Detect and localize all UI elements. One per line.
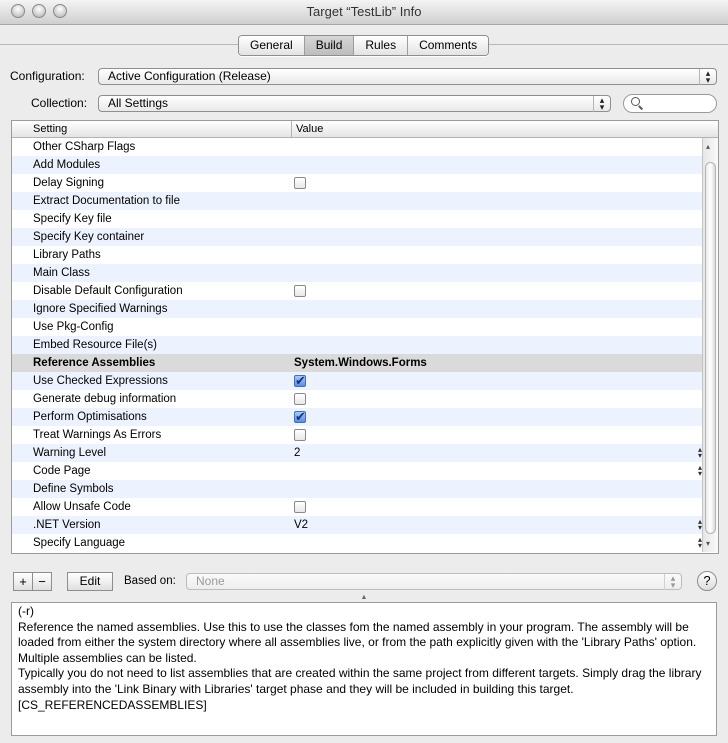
description-line: [CS_REFERENCEDASSEMBLIES]	[18, 697, 207, 712]
table-row[interactable]: .NET Version V2 ▴ ▾	[12, 516, 702, 534]
setting-name: Library Paths	[33, 249, 101, 261]
table-header: Setting Value	[12, 121, 718, 138]
setting-name: Reference Assemblies	[33, 357, 156, 369]
setting-name: Code Page	[33, 465, 91, 477]
scroll-down-icon[interactable]: ▾	[706, 539, 710, 548]
tab-general[interactable]: General	[239, 36, 305, 55]
based-on-value: None	[196, 574, 225, 588]
table-row[interactable]: Main Class	[12, 264, 702, 282]
popup-arrows-icon: ▴ ▾	[664, 574, 681, 590]
table-row[interactable]: Use Checked Expressions ✔	[12, 372, 702, 390]
setting-name: Embed Resource File(s)	[33, 339, 157, 351]
table-row[interactable]: Generate debug information	[12, 390, 702, 408]
setting-name: Use Checked Expressions	[33, 375, 168, 387]
table-row[interactable]: Warning Level 2 ▴ ▾	[12, 444, 702, 462]
table-row[interactable]: Disable Default Configuration	[12, 282, 702, 300]
column-separator[interactable]	[291, 121, 292, 137]
setting-name: Delay Signing	[33, 177, 104, 189]
setting-name: Treat Warnings As Errors	[33, 429, 162, 441]
setting-description: (-r) Reference the named assemblies. Use…	[11, 602, 717, 736]
settings-rows: Other CSharp Flags Add Modules Delay Signi…	[12, 138, 702, 552]
table-row[interactable]: Ignore Specified Warnings	[12, 300, 702, 318]
setting-name: Generate debug information	[33, 393, 177, 405]
tab-comments[interactable]: Comments	[408, 36, 489, 55]
tab-rules[interactable]: Rules	[354, 36, 409, 55]
setting-name: .NET Version	[33, 519, 101, 531]
table-row[interactable]: Define Symbols	[12, 480, 702, 498]
table-row[interactable]: Specify Language ▴ ▾	[12, 534, 702, 552]
value-column-header[interactable]: Value	[296, 122, 323, 136]
setting-column-header[interactable]: Setting	[33, 122, 67, 136]
setting-value[interactable]: V2	[294, 516, 308, 534]
setting-name: Ignore Specified Warnings	[33, 303, 168, 315]
add-button[interactable]: +	[13, 572, 33, 591]
edit-button[interactable]: Edit	[67, 572, 113, 591]
window-title: Target “TestLib” Info	[306, 4, 422, 19]
setting-name: Warning Level	[33, 447, 107, 459]
settings-table: Setting Value Other CSharp Flags Add Modu…	[11, 120, 719, 554]
collection-popup[interactable]: All Settings ▴ ▾	[98, 95, 611, 112]
table-row[interactable]: Treat Warnings As Errors	[12, 426, 702, 444]
bottom-bar: + − Edit Based on: None ▴ ▾ ?	[11, 571, 717, 593]
configuration-value: Active Configuration (Release)	[108, 69, 271, 83]
popup-arrows-icon: ▴ ▾	[593, 96, 610, 112]
setting-name: Other CSharp Flags	[33, 141, 136, 153]
search-field[interactable]	[623, 94, 717, 113]
description-line: Multiple assemblies can be listed.	[18, 650, 197, 665]
split-view-handle[interactable]: ▲	[0, 594, 728, 602]
description-line: Reference the named assemblies. Use this…	[18, 619, 697, 650]
tab-build[interactable]: Build	[304, 36, 355, 55]
scroll-up-icon[interactable]: ▴	[706, 142, 710, 151]
setting-value[interactable]: 2	[294, 444, 300, 462]
remove-button[interactable]: −	[32, 572, 52, 591]
vertical-scrollbar[interactable]: ▴ ▾	[702, 138, 718, 552]
checkbox[interactable]	[294, 429, 306, 441]
setting-name: Specify Key container	[33, 231, 145, 243]
checkbox[interactable]	[294, 393, 306, 405]
table-row[interactable]: Specify Key container	[12, 228, 702, 246]
table-row[interactable]: Perform Optimisations ✔	[12, 408, 702, 426]
table-row[interactable]: Delay Signing	[12, 174, 702, 192]
checkbox[interactable]	[294, 177, 306, 189]
setting-name: Use Pkg-Config	[33, 321, 114, 333]
table-row[interactable]: Code Page ▴ ▾	[12, 462, 702, 480]
table-row[interactable]: Specify Key file	[12, 210, 702, 228]
magnifier-icon	[631, 97, 640, 106]
setting-name: Perform Optimisations	[33, 411, 147, 423]
description-line: Typically you do not need to list assemb…	[18, 666, 702, 696]
table-row[interactable]: Other CSharp Flags	[12, 138, 702, 156]
configuration-label: Configuration:	[10, 69, 85, 83]
table-row[interactable]: Allow Unsafe Code	[12, 498, 702, 516]
description-line: (-r)	[18, 604, 34, 618]
setting-name: Specify Language	[33, 537, 126, 549]
setting-value[interactable]: System.Windows.Forms	[294, 354, 427, 372]
checkbox[interactable]	[294, 501, 306, 513]
setting-name: Define Symbols	[33, 483, 114, 495]
collection-value: All Settings	[108, 96, 169, 110]
tab-bar: General Build Rules Comments	[238, 35, 490, 56]
setting-name: Disable Default Configuration	[33, 285, 183, 297]
checkbox-checked[interactable]: ✔	[294, 374, 306, 387]
table-row[interactable]: Embed Resource File(s)	[12, 336, 702, 354]
setting-name: Add Modules	[33, 159, 101, 171]
table-row[interactable]: Use Pkg-Config	[12, 318, 702, 336]
setting-name: Allow Unsafe Code	[33, 501, 131, 513]
based-on-label: Based on:	[124, 575, 176, 587]
setting-name: Main Class	[33, 267, 90, 279]
based-on-popup[interactable]: None ▴ ▾	[186, 573, 682, 590]
table-row[interactable]: Add Modules	[12, 156, 702, 174]
table-row[interactable]: Reference Assemblies System.Windows.Forms	[12, 354, 702, 372]
configuration-popup[interactable]: Active Configuration (Release) ▴ ▾	[98, 68, 717, 85]
help-button[interactable]: ?	[697, 571, 717, 591]
checkbox-checked[interactable]: ✔	[294, 410, 306, 423]
table-row[interactable]: Library Paths	[12, 246, 702, 264]
title-bar: Target “TestLib” Info	[0, 0, 728, 25]
popup-arrows-icon: ▴ ▾	[699, 69, 716, 85]
setting-name: Specify Key file	[33, 213, 112, 225]
setting-name: Extract Documentation to file	[33, 195, 181, 207]
scroll-thumb[interactable]	[705, 162, 716, 534]
collection-label: Collection:	[31, 96, 88, 110]
checkbox[interactable]	[294, 285, 306, 297]
table-row[interactable]: Extract Documentation to file	[12, 192, 702, 210]
